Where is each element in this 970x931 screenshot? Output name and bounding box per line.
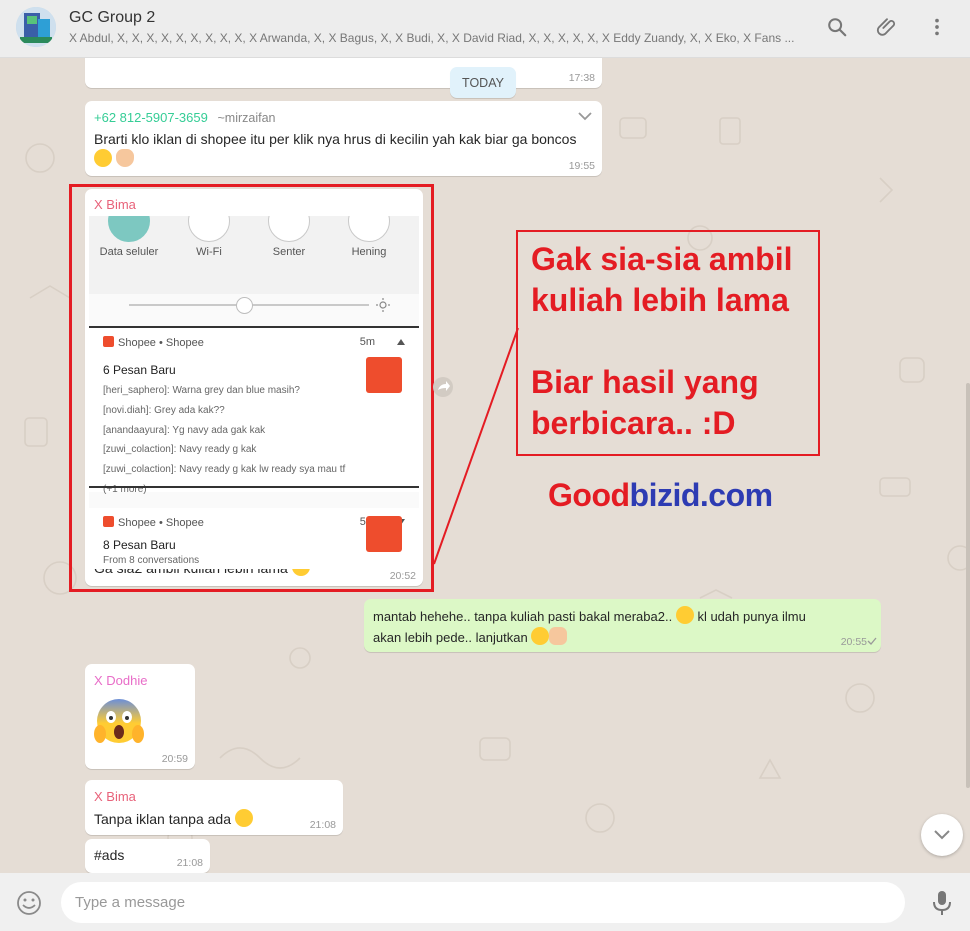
message-text: mantab hehehe.. tanpa kuliah pasti bakal…	[373, 609, 673, 624]
watermark-part2: bizid.com	[629, 477, 774, 513]
search-icon	[828, 18, 847, 37]
sender-phone[interactable]: +62 812-5907-3659	[94, 110, 208, 125]
scroll-to-bottom-button[interactable]	[921, 814, 963, 856]
message-text: kl udah punya ilmu	[697, 609, 806, 624]
thumbs-up-emoji	[549, 627, 568, 645]
message-text: akan lebih pede.. lanjutkan	[373, 630, 528, 645]
message-time: 17:38	[568, 72, 595, 84]
screaming-face-emoji	[94, 699, 144, 743]
grinning-emoji	[234, 809, 253, 827]
message-bubble[interactable]: +62 812-5907-3659 ~mirzaifan Brarti klo …	[85, 101, 602, 176]
more-vertical-icon	[935, 18, 939, 36]
chevron-down-icon[interactable]	[578, 111, 592, 121]
sender-name[interactable]: X Bima	[94, 789, 136, 804]
message-list[interactable]: 17:38 TODAY +62 812-5907-3659 ~mirzaifan…	[0, 58, 970, 873]
annotation-line: Gak sia-sia ambil	[531, 241, 793, 277]
menu-button[interactable]	[924, 14, 950, 40]
annotation-connector	[433, 328, 519, 565]
voice-button[interactable]	[930, 890, 954, 921]
message-time: 21:08	[309, 819, 336, 831]
grinning-sweat-emoji	[675, 606, 694, 624]
watermark-part1: Good	[548, 477, 630, 513]
message-bubble-outgoing[interactable]: mantab hehehe.. tanpa kuliah pasti bakal…	[364, 599, 881, 652]
group-avatar[interactable]	[16, 7, 56, 47]
message-input[interactable]	[61, 882, 905, 923]
check-icon	[867, 637, 877, 645]
microphone-icon	[933, 891, 951, 915]
date-divider: TODAY	[450, 67, 516, 98]
message-text: #ads	[94, 847, 125, 863]
emoji-button[interactable]	[16, 890, 42, 921]
attach-button[interactable]	[874, 14, 900, 40]
search-button[interactable]	[824, 14, 850, 40]
message-time: 20:55	[840, 636, 867, 648]
annotation-line: kuliah lebih lama	[531, 282, 789, 318]
message-bubble[interactable]: X Bima Tanpa iklan tanpa ada 21:08	[85, 780, 343, 835]
message-bubble-cutoff[interactable]: 17:38	[85, 58, 602, 88]
ok-hand-emoji	[116, 149, 135, 167]
composer-bar	[0, 873, 970, 931]
message-time: 21:08	[176, 857, 203, 869]
grinning-emoji	[94, 149, 112, 167]
chat-header: GC Group 2 X Abdul, X, X, X, X, X, X, X,…	[0, 0, 970, 58]
sender-name[interactable]: X Dodhie	[94, 673, 147, 688]
highlight-box	[69, 184, 434, 592]
annotation-line: Biar hasil yang	[531, 364, 759, 400]
message-time: 20:59	[161, 753, 188, 765]
smiley-icon	[17, 891, 41, 915]
group-members[interactable]: X Abdul, X, X, X, X, X, X, X, X, X, X Ar…	[69, 31, 799, 45]
message-text: Brarti klo iklan di shopee itu per klik …	[94, 131, 577, 147]
goodbizid-watermark: Goodbizid.com	[548, 477, 773, 514]
chat-title[interactable]: GC Group 2	[69, 9, 155, 27]
message-bubble-emoji[interactable]: X Dodhie 20:59	[85, 664, 195, 769]
annotation-text: Gak sia-sia ambil kuliah lebih lama Biar…	[531, 239, 792, 444]
smirk-emoji	[531, 627, 550, 645]
annotation-line: berbicara.. :D	[531, 405, 736, 441]
message-bubble[interactable]: #ads 21:08	[85, 839, 210, 873]
message-time: 19:55	[568, 160, 595, 172]
sender-nickname: ~mirzaifan	[217, 111, 276, 125]
paperclip-icon	[876, 18, 896, 36]
forward-icon[interactable]	[432, 376, 454, 398]
scrollbar[interactable]	[966, 383, 970, 788]
message-text: Tanpa iklan tanpa ada	[94, 811, 231, 827]
chevron-down-icon	[934, 830, 950, 840]
